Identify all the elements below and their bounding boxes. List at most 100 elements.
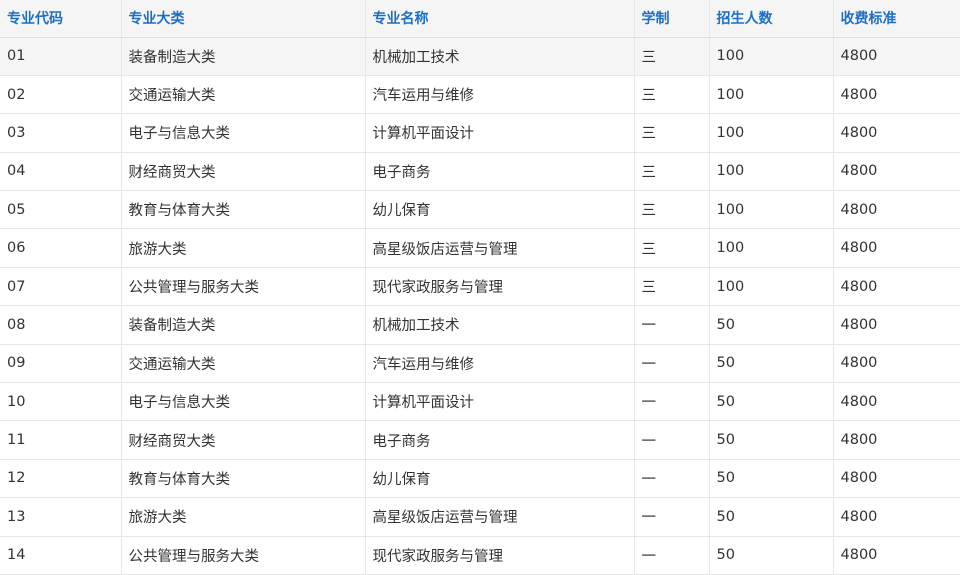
table-row: 14 公共管理与服务大类 现代家政服务与管理一 50 4800: [0, 536, 960, 575]
cell-major-name: 汽车运用与维修: [364, 75, 635, 115]
cell-enrollment: 50: [708, 536, 834, 575]
cell-major-category: 公共管理与服务大类: [120, 267, 366, 307]
cell-duration: 三: [633, 228, 710, 268]
cell-major-category: 财经商贸大类: [120, 152, 366, 192]
cell-enrollment: 50: [708, 344, 834, 384]
cell-major-category: 旅游大类: [120, 497, 366, 537]
cell-enrollment: 50: [708, 420, 834, 460]
table-row: 05 教育与体育大类 幼儿保育三 100 4800: [0, 190, 960, 230]
header-major-category: 专业大类: [120, 0, 366, 38]
table-row: 09 交通运输大类 汽车运用与维修一 50 4800: [0, 344, 960, 384]
table-row: 02 交通运输大类 汽车运用与维修三 100 4800: [0, 75, 960, 115]
cell-fee: 4800: [832, 344, 960, 384]
cell-major-code: 03: [0, 113, 122, 153]
cell-duration: 三: [633, 37, 710, 76]
cell-fee: 4800: [832, 75, 960, 115]
cell-major-code: 07: [0, 267, 122, 307]
cell-major-code: 05: [0, 190, 122, 230]
table-row: 03 电子与信息大类 计算机平面设计三 100 4800: [0, 113, 960, 153]
cell-fee: 4800: [832, 459, 960, 499]
cell-major-code: 13: [0, 497, 122, 537]
table-row: 01 装备制造大类 机械加工技术三 100 4800: [0, 37, 960, 76]
cell-enrollment: 100: [708, 267, 834, 307]
cell-duration: 一: [633, 536, 710, 575]
cell-duration: 三: [633, 152, 710, 192]
table-row: 12 教育与体育大类 幼儿保育一 50 4800: [0, 459, 960, 499]
cell-major-code: 04: [0, 152, 122, 192]
table-header: 专业代码 专业大类 专业名称 学制 招生人数 收费标准: [0, 0, 960, 38]
cell-fee: 4800: [832, 536, 960, 575]
cell-enrollment: 100: [708, 228, 834, 268]
cell-fee: 4800: [832, 497, 960, 537]
cell-major-code: 12: [0, 459, 122, 499]
cell-major-name: 高星级饭店运营与管理: [364, 228, 635, 268]
cell-major-category: 电子与信息大类: [120, 382, 366, 422]
cell-major-code: 09: [0, 344, 122, 384]
cell-enrollment: 100: [708, 113, 834, 153]
cell-enrollment: 50: [708, 382, 834, 422]
cell-duration: 三: [633, 190, 710, 230]
cell-major-code: 10: [0, 382, 122, 422]
cell-major-code: 08: [0, 305, 122, 345]
cell-major-category: 装备制造大类: [120, 305, 366, 345]
cell-enrollment: 100: [708, 152, 834, 192]
header-major-name: 专业名称: [364, 0, 635, 38]
cell-duration: 一: [633, 305, 710, 345]
cell-major-name: 幼儿保育: [364, 190, 635, 230]
cell-duration: 一: [633, 382, 710, 422]
table-row: 11 财经商贸大类 电子商务一 50 4800: [0, 420, 960, 460]
table-body: 01 装备制造大类 机械加工技术三 100 4800 02 交通运输大类 汽车运用与维修三 10…: [0, 37, 960, 575]
header-enrollment: 招生人数: [708, 0, 834, 38]
cell-major-name: 机械加工技术: [364, 37, 635, 76]
cell-duration: 三: [633, 113, 710, 153]
cell-major-name: 高星级饭店运营与管理: [364, 497, 635, 537]
cell-enrollment: 50: [708, 305, 834, 345]
cell-major-code: 01: [0, 37, 122, 76]
cell-enrollment: 100: [708, 37, 834, 76]
header-row: 专业代码 专业大类 专业名称 学制 招生人数 收费标准: [0, 0, 960, 38]
cell-major-category: 教育与体育大类: [120, 459, 366, 499]
cell-major-category: 旅游大类: [120, 228, 366, 268]
cell-fee: 4800: [832, 152, 960, 192]
table-row: 06 旅游大类 高星级饭店运营与管理三 100 4800: [0, 228, 960, 268]
table-row: 04 财经商贸大类 电子商务三 100 4800: [0, 152, 960, 192]
cell-fee: 4800: [832, 190, 960, 230]
cell-major-name: 机械加工技术: [364, 305, 635, 345]
cell-fee: 4800: [832, 305, 960, 345]
cell-major-name: 电子商务: [364, 152, 635, 192]
cell-major-category: 交通运输大类: [120, 75, 366, 115]
cell-duration: 一: [633, 344, 710, 384]
cell-fee: 4800: [832, 267, 960, 307]
table-row: 07 公共管理与服务大类 现代家政服务与管理三 100 4800: [0, 267, 960, 307]
cell-duration: 三: [633, 267, 710, 307]
cell-enrollment: 100: [708, 190, 834, 230]
cell-enrollment: 100: [708, 75, 834, 115]
cell-major-name: 现代家政服务与管理: [364, 267, 635, 307]
cell-major-code: 02: [0, 75, 122, 115]
cell-duration: 一: [633, 459, 710, 499]
cell-major-code: 11: [0, 420, 122, 460]
enrollment-table: 专业代码 专业大类 专业名称 学制 招生人数 收费标准 01 装备制造大类 机械加工…: [0, 0, 960, 575]
cell-major-code: 06: [0, 228, 122, 268]
cell-duration: 三: [633, 75, 710, 115]
cell-fee: 4800: [832, 382, 960, 422]
cell-major-name: 计算机平面设计: [364, 113, 635, 153]
cell-enrollment: 50: [708, 497, 834, 537]
cell-duration: 一: [633, 497, 710, 537]
cell-major-name: 汽车运用与维修: [364, 344, 635, 384]
cell-major-name: 计算机平面设计: [364, 382, 635, 422]
header-duration: 学制: [633, 0, 710, 38]
cell-fee: 4800: [832, 37, 960, 76]
cell-major-category: 装备制造大类: [120, 37, 366, 76]
cell-fee: 4800: [832, 228, 960, 268]
cell-major-name: 现代家政服务与管理: [364, 536, 635, 575]
header-fee: 收费标准: [832, 0, 960, 38]
cell-major-name: 幼儿保育: [364, 459, 635, 499]
cell-major-category: 电子与信息大类: [120, 113, 366, 153]
cell-fee: 4800: [832, 420, 960, 460]
cell-fee: 4800: [832, 113, 960, 153]
cell-enrollment: 50: [708, 459, 834, 499]
cell-major-category: 教育与体育大类: [120, 190, 366, 230]
cell-major-code: 14: [0, 536, 122, 575]
cell-major-category: 财经商贸大类: [120, 420, 366, 460]
